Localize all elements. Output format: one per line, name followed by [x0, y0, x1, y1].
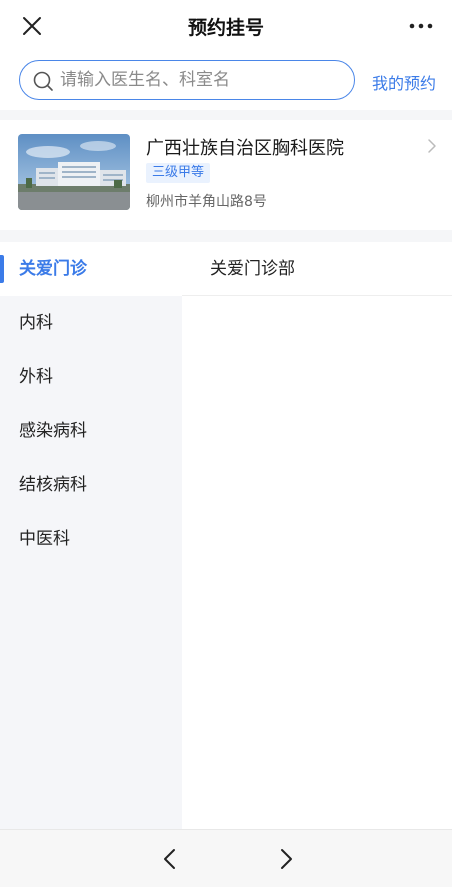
divider [0, 230, 452, 242]
bottom-toolbar [0, 829, 452, 887]
search-input[interactable] [60, 61, 344, 98]
hospital-level-badge: 三级甲等 [146, 163, 211, 183]
department-selector: 关爱门诊 内科 外科 感染病科 结核病科 中医科 关爱门诊部 [0, 242, 452, 829]
my-appointments-link[interactable]: 我的预约 [372, 70, 436, 94]
department-label: 感染病科 [19, 421, 87, 441]
department-label: 外科 [19, 367, 53, 387]
department-label: 内科 [19, 313, 53, 333]
more-icon[interactable] [408, 14, 434, 38]
department-item-care-clinic[interactable]: 关爱门诊 [0, 242, 182, 296]
sub-department-list: 关爱门诊部 [182, 242, 452, 829]
search-row: 我的预约 [0, 58, 452, 104]
forward-arrow-icon[interactable] [272, 845, 300, 873]
department-label: 结核病科 [19, 475, 87, 495]
active-indicator [0, 255, 4, 283]
divider [0, 110, 452, 120]
back-arrow-icon[interactable] [156, 845, 184, 873]
hospital-address: 柳州市羊角山路8号 [146, 194, 267, 210]
hospital-photo [18, 134, 130, 210]
department-sidebar: 关爱门诊 内科 外科 感染病科 结核病科 中医科 [0, 242, 182, 829]
search-icon [32, 70, 54, 92]
department-item-infectious-disease[interactable]: 感染病科 [0, 404, 182, 458]
search-box[interactable] [19, 60, 355, 100]
department-item-surgery[interactable]: 外科 [0, 350, 182, 404]
nav-bar: 预约挂号 [0, 0, 452, 52]
chevron-right-icon [426, 138, 438, 154]
department-item-internal-medicine[interactable]: 内科 [0, 296, 182, 350]
hospital-card[interactable]: 广西壮族自治区胸科医院 三级甲等 柳州市羊角山路8号 [0, 120, 452, 230]
department-item-tcm[interactable]: 中医科 [0, 512, 182, 566]
department-label: 关爱门诊 [19, 259, 87, 279]
sub-department-item[interactable]: 关爱门诊部 [182, 242, 452, 296]
department-item-tuberculosis[interactable]: 结核病科 [0, 458, 182, 512]
department-label: 中医科 [19, 529, 70, 549]
hospital-name: 广西壮族自治区胸科医院 [146, 138, 344, 159]
page-title: 预约挂号 [187, 17, 264, 39]
